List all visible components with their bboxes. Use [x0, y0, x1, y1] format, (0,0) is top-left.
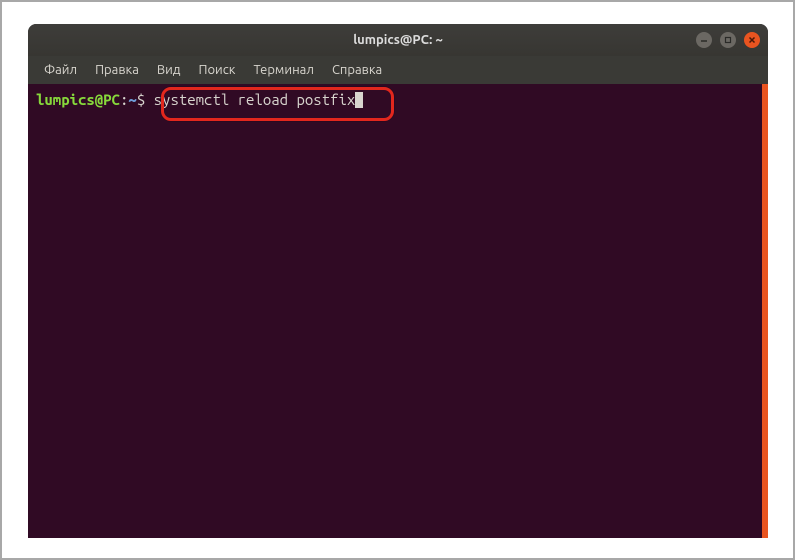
window-controls — [696, 32, 760, 48]
prompt-colon: : — [120, 90, 128, 110]
cursor-icon — [355, 92, 363, 108]
minimize-button[interactable] — [696, 32, 712, 48]
close-button[interactable] — [744, 32, 760, 48]
menu-search[interactable]: Поиск — [190, 59, 243, 81]
prompt-user: lumpics@PC — [36, 90, 120, 110]
menu-edit[interactable]: Правка — [87, 59, 147, 81]
terminal-window: lumpics@PC: ~ Файл Правка Вид Поиск Терм… — [28, 24, 768, 538]
menu-view[interactable]: Вид — [149, 59, 189, 81]
prompt-path: ~ — [128, 90, 136, 110]
menu-help[interactable]: Справка — [324, 59, 390, 81]
maximize-button[interactable] — [720, 32, 736, 48]
command-text: systemctl reload postfix — [154, 90, 356, 110]
prompt-line: lumpics@PC:~$ systemctl reload postfix — [36, 90, 760, 110]
scrollbar-strip[interactable] — [762, 84, 768, 538]
close-icon — [748, 36, 756, 44]
terminal-body[interactable]: lumpics@PC:~$ systemctl reload postfix — [28, 84, 768, 538]
minimize-icon — [700, 36, 708, 44]
menubar: Файл Правка Вид Поиск Терминал Справка — [28, 56, 768, 84]
prompt-dollar: $ — [137, 90, 154, 110]
maximize-icon — [724, 36, 732, 44]
menu-terminal[interactable]: Терминал — [245, 59, 321, 81]
titlebar[interactable]: lumpics@PC: ~ — [28, 24, 768, 56]
window-title: lumpics@PC: ~ — [353, 33, 443, 47]
menu-file[interactable]: Файл — [36, 59, 85, 81]
